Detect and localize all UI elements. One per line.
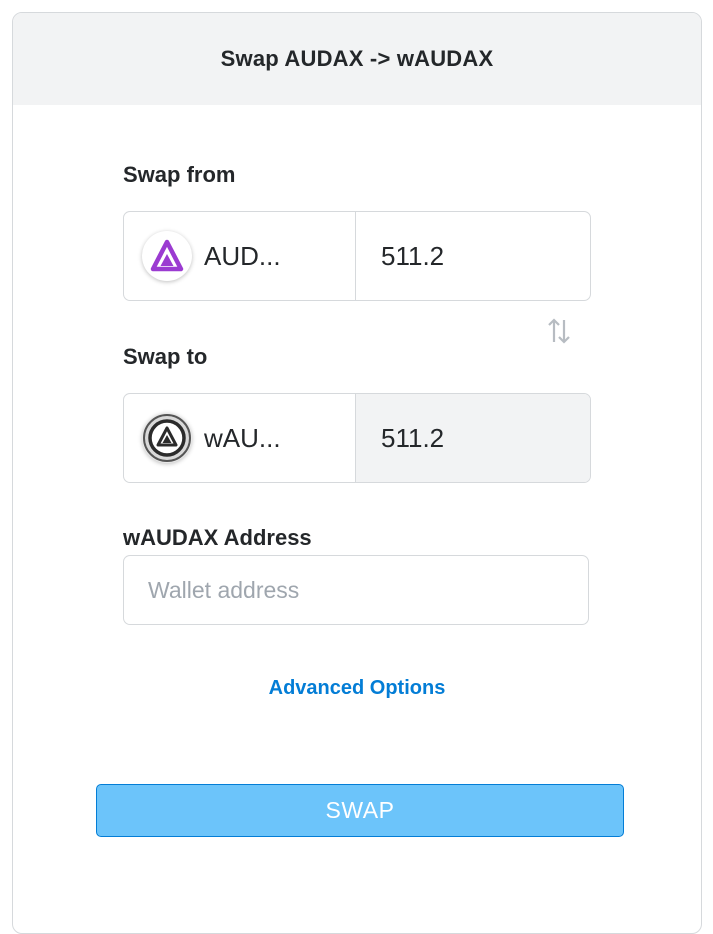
swap-from-amount-input[interactable]: 511.2 — [356, 212, 590, 300]
swap-from-token-select[interactable]: AUD... — [124, 212, 356, 300]
page-title: Swap AUDAX -> wAUDAX — [220, 46, 494, 71]
waudax-logo-icon — [142, 413, 192, 463]
swap-card: Swap AUDAX -> wAUDAX Swap from AUD... 51… — [12, 12, 702, 934]
audax-logo-icon — [142, 231, 192, 281]
swap-to-token-select[interactable]: wAU... — [124, 394, 356, 482]
swap-arrows-icon[interactable] — [547, 316, 571, 346]
advanced-options-link[interactable]: Advanced Options — [13, 677, 701, 700]
swap-to-amount: 511.2 — [356, 394, 590, 482]
wallet-address-input[interactable] — [123, 555, 589, 625]
swap-to-token-symbol: wAU... — [204, 422, 281, 453]
swap-to-label: Swap to — [123, 344, 208, 369]
card-header: Swap AUDAX -> wAUDAX — [13, 13, 701, 105]
swap-from-token-symbol: AUD... — [204, 240, 281, 271]
swap-from-label: Swap from — [123, 162, 236, 187]
swap-from-row: AUD... 511.2 — [123, 211, 591, 301]
swap-to-row: wAU... 511.2 — [123, 393, 591, 483]
address-label: wAUDAX Address — [123, 525, 312, 550]
swap-button[interactable]: SWAP — [96, 784, 624, 837]
